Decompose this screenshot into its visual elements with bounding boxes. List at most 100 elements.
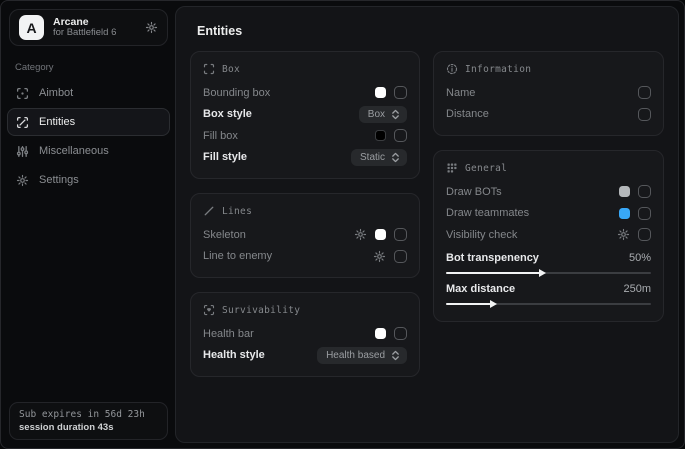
setting-row-fill-style: Fill style Static [203, 147, 407, 169]
setting-row-visibility-check: Visibility check [446, 224, 651, 246]
app-logo: A [19, 15, 44, 40]
card-column: Box Bounding box Box styleBox Fill box Fill … [190, 51, 420, 377]
slider-fill [446, 303, 491, 305]
app-window: A Arcane for Battlefield 6 Category Aimb… [0, 0, 685, 449]
checkbox-visibility-check[interactable] [638, 228, 651, 241]
color-swatch[interactable] [375, 130, 386, 141]
setting-label: Fill style [203, 151, 351, 163]
card-header: General [446, 162, 651, 174]
main-panel: Entities Box Bounding box Box styleBox Fill… [175, 6, 679, 443]
dropdown-value: Health based [326, 350, 385, 361]
setting-label: Health style [203, 349, 317, 361]
entities-icon [16, 116, 29, 129]
setting-label: Distance [446, 108, 638, 120]
card-survivability: SurvivabilityHealth barHealth styleHealt… [190, 292, 420, 377]
checkbox-distance[interactable] [638, 108, 651, 121]
gear-icon[interactable] [373, 250, 386, 263]
dropdown-box-style[interactable]: Box [359, 106, 407, 123]
checkbox-fill-box[interactable] [394, 129, 407, 142]
setting-label: Max distance [446, 283, 623, 295]
subscription-card: Sub expires in 56d 23h session duration … [9, 402, 168, 440]
sidebar: A Arcane for Battlefield 6 Category Aimb… [1, 1, 176, 448]
setting-row-box-style: Box styleBox [203, 104, 407, 126]
page-title: Entities [197, 24, 664, 38]
card-columns: Box Bounding box Box styleBox Fill box Fill … [190, 51, 664, 377]
sidebar-item-aimbot[interactable]: Aimbot [7, 79, 170, 107]
setting-row-health-bar: Health bar [203, 323, 407, 345]
checkbox-line-to-enemy[interactable] [394, 250, 407, 263]
checkbox-draw-bots[interactable] [638, 185, 651, 198]
setting-label: Bounding box [203, 87, 375, 99]
setting-label: Name [446, 87, 638, 99]
slider-value: 50% [629, 252, 651, 264]
category-label: Category [15, 62, 168, 73]
setting-label: Visibility check [446, 229, 617, 241]
setting-row-bounding-box: Bounding box [203, 82, 407, 104]
slider-max-distance: Max distance250m [446, 280, 651, 305]
setting-label: Fill box [203, 130, 375, 142]
lines-icon [203, 205, 215, 217]
sidebar-item-label: Miscellaneous [39, 145, 109, 157]
color-swatch[interactable] [375, 328, 386, 339]
slider-track[interactable] [446, 272, 651, 274]
card-information: InformationNameDistance [433, 51, 664, 136]
box-icon [203, 63, 215, 75]
slider-thumb[interactable] [539, 269, 546, 277]
aimbot-icon [16, 87, 29, 100]
sidebar-item-miscellaneous[interactable]: Miscellaneous [7, 137, 170, 165]
setting-row-fill-box: Fill box [203, 125, 407, 147]
miscellaneous-icon [16, 145, 29, 158]
slider-thumb[interactable] [490, 300, 497, 308]
sub-expiry-text: Sub expires in 56d 23h [19, 409, 158, 420]
card-title: General [465, 163, 507, 174]
card-general: General Draw BOTs Draw teammates Visibility… [433, 150, 664, 322]
survivability-icon [203, 304, 215, 316]
card-header: Survivability [203, 304, 407, 316]
setting-label: Line to enemy [203, 250, 373, 262]
color-swatch[interactable] [375, 229, 386, 240]
color-swatch[interactable] [619, 186, 630, 197]
dropdown-fill-style[interactable]: Static [351, 149, 407, 166]
setting-label: Draw teammates [446, 207, 619, 219]
setting-row-line-to-enemy: Line to enemy [203, 246, 407, 268]
card-column: InformationNameDistanceGeneralDraw BOTsD… [433, 51, 664, 322]
dropdown-value: Static [360, 152, 385, 163]
checkbox-skeleton[interactable] [394, 228, 407, 241]
unfold-icon [391, 152, 400, 163]
color-swatch[interactable] [375, 87, 386, 98]
card-box: Box Bounding box Box styleBox Fill box Fill … [190, 51, 420, 179]
card-lines: Lines Skeleton Line to enemy [190, 193, 420, 278]
unfold-icon [391, 350, 400, 361]
slider-track[interactable] [446, 303, 651, 305]
checkbox-health-bar[interactable] [394, 327, 407, 340]
checkbox-bounding-box[interactable] [394, 86, 407, 99]
sidebar-nav: Aimbot Entities Miscellaneous Settings [9, 79, 168, 195]
sidebar-item-entities[interactable]: Entities [7, 108, 170, 136]
checkbox-draw-teammates[interactable] [638, 207, 651, 220]
sidebar-item-label: Settings [39, 174, 79, 186]
card-title: Survivability [222, 305, 300, 316]
setting-label: Draw BOTs [446, 186, 619, 198]
information-icon [446, 63, 458, 75]
card-title: Lines [222, 206, 252, 217]
setting-row-skeleton: Skeleton [203, 224, 407, 246]
gear-icon[interactable] [354, 228, 367, 241]
card-title: Box [222, 64, 240, 75]
setting-row-distance: Distance [446, 104, 651, 126]
setting-row-health-style: Health style Health based [203, 345, 407, 367]
setting-row-draw-teammates: Draw teammates [446, 203, 651, 225]
dropdown-health-style[interactable]: Health based [317, 347, 407, 364]
setting-label: Skeleton [203, 229, 354, 241]
setting-row-name: Name [446, 82, 651, 104]
gear-icon[interactable] [617, 228, 630, 241]
session-duration-text: session duration 43s [19, 422, 158, 433]
gear-icon[interactable] [145, 21, 158, 34]
color-swatch[interactable] [619, 208, 630, 219]
card-header: Lines [203, 205, 407, 217]
checkbox-name[interactable] [638, 86, 651, 99]
sidebar-item-settings[interactable]: Settings [7, 166, 170, 194]
app-subtitle: for Battlefield 6 [53, 28, 136, 39]
sidebar-item-label: Aimbot [39, 87, 73, 99]
sidebar-item-label: Entities [39, 116, 75, 128]
setting-label: Health bar [203, 328, 375, 340]
